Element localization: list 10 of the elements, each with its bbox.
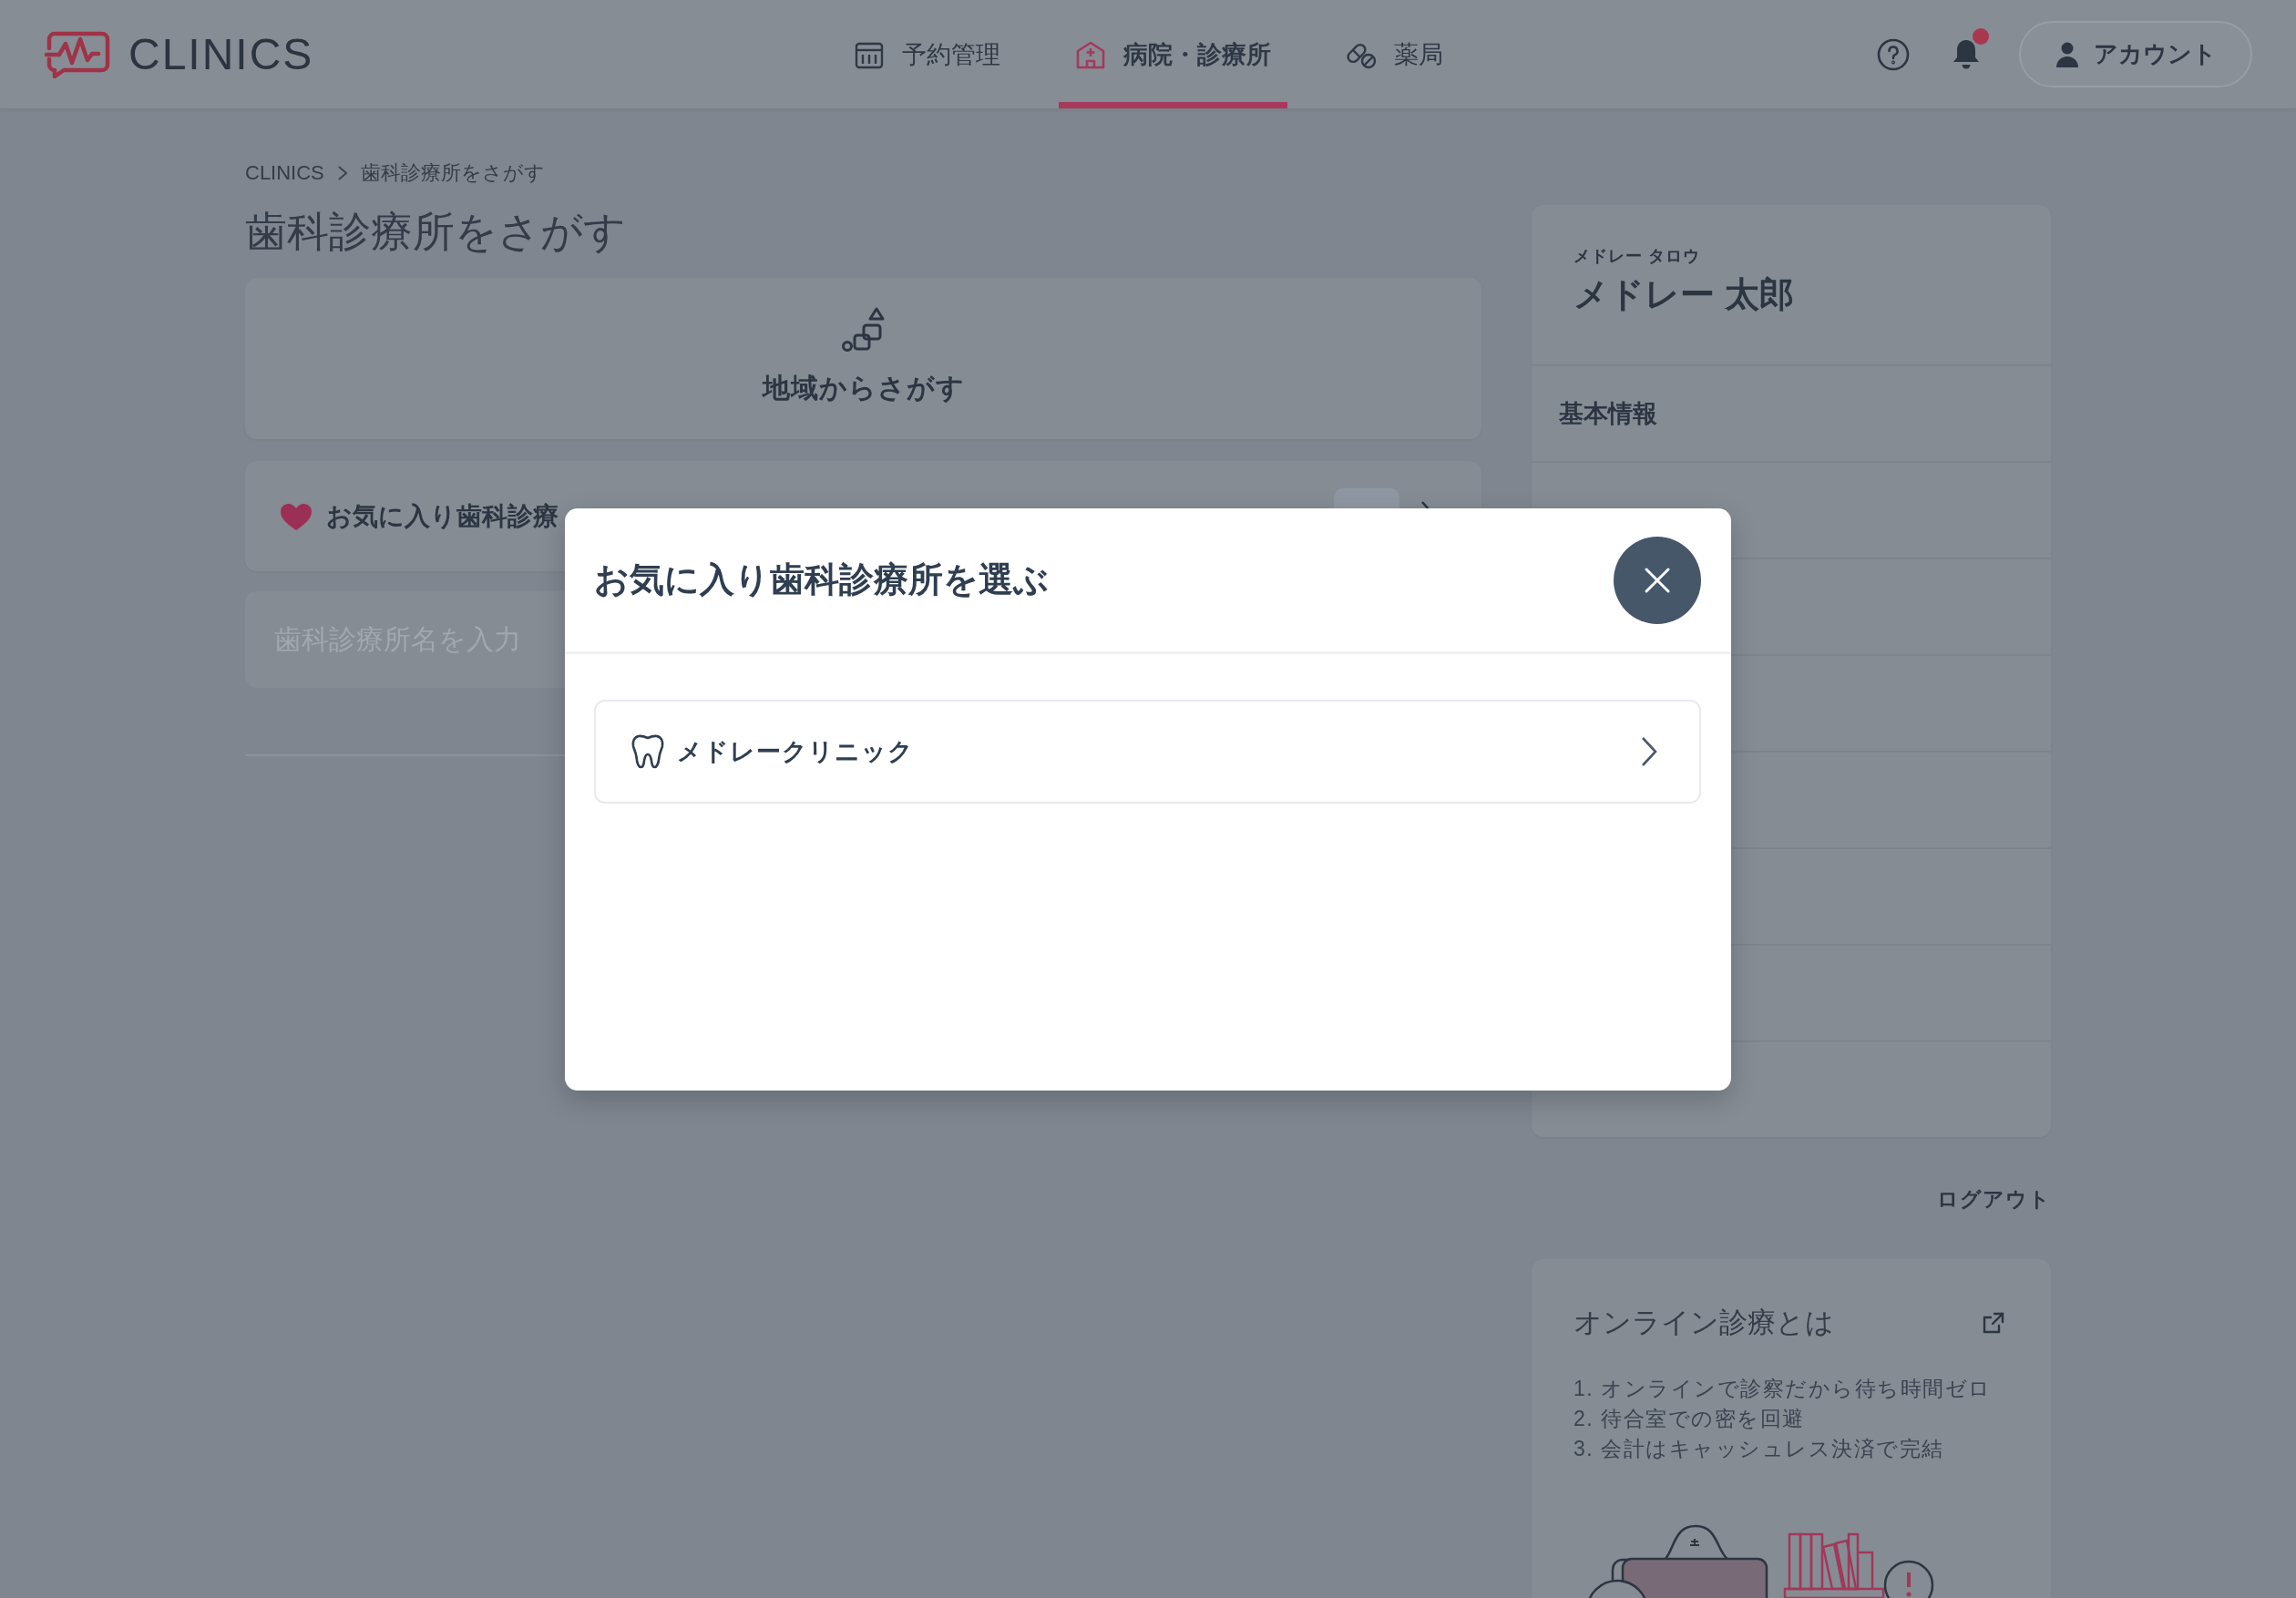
info-list-item: 3. 会計はキャッシュレス決済で完結 bbox=[1573, 1436, 1945, 1462]
info-list-item: 2. 待合室での密を回避 bbox=[1573, 1406, 1806, 1432]
favorites-label: お気に入り歯科診療 bbox=[326, 500, 559, 532]
user-name: メドレー 太郎 bbox=[1573, 274, 1795, 315]
name-reading: メドレー タロウ bbox=[1573, 246, 1701, 267]
card-title: オンライン診療とは bbox=[1573, 1306, 1834, 1340]
modal-title: お気に入り歯科診療所を選ぶ bbox=[594, 559, 1049, 600]
breadcrumb-current: 歯科診療所をさがす bbox=[360, 160, 545, 186]
page-title: 歯科診療所をさがす bbox=[245, 207, 627, 257]
info-list-item: 1. オンラインで診察だから待ち時間ゼロ bbox=[1573, 1376, 1993, 1402]
